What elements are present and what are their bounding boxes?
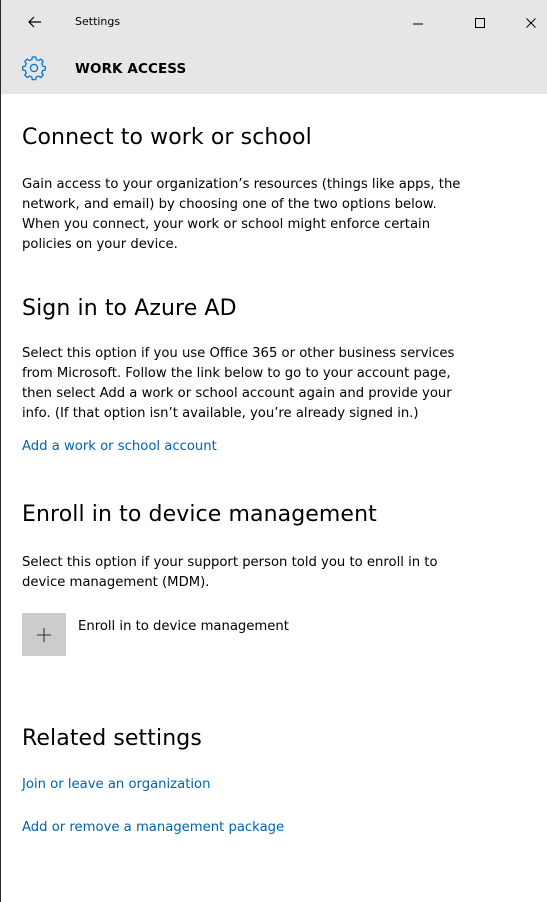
connect-line: Gain access to your organization’s resou… [22,177,461,192]
enroll-button[interactable] [22,613,66,656]
management-package-link[interactable]: Add or remove a management package [22,820,284,835]
connect-heading: Connect to work or school [22,125,312,150]
maximize-button[interactable] [462,8,498,38]
back-arrow-icon [28,16,41,28]
azure-description: Select this option if you use Office 365… [22,344,454,424]
enroll-description: Select this option if your support perso… [22,553,438,593]
azure-line: info. (If that option isn’t available, y… [22,406,419,421]
connect-description: Gain access to your organization’s resou… [22,175,460,255]
azure-line: from Microsoft. Follow the link below to… [22,366,451,381]
title-bar: Settings [1,0,547,47]
gear-icon [22,56,46,81]
page-title: WORK ACCESS [75,61,187,77]
enroll-button-label[interactable]: Enroll in to device management [78,619,289,634]
plus-icon [37,627,51,642]
connect-line: When you connect, your work or school mi… [22,217,431,232]
close-icon [526,18,536,28]
azure-line: Select this option if you use Office 365… [22,346,455,361]
connect-line: policies on your device. [22,237,178,252]
join-leave-organization-link[interactable]: Join or leave an organization [22,777,210,792]
back-button[interactable] [23,11,47,33]
connect-line: network, and email) by choosing one of t… [22,197,437,212]
minimize-button[interactable] [400,8,436,38]
page-header: WORK ACCESS [1,47,547,94]
minimize-icon [413,23,423,25]
maximize-icon [475,18,485,28]
app-title: Settings [75,15,121,28]
add-work-account-link[interactable]: Add a work or school account [22,439,217,454]
azure-heading: Sign in to Azure AD [22,296,237,321]
related-heading: Related settings [22,726,202,751]
enroll-heading: Enroll in to device management [22,502,377,527]
close-button[interactable] [513,8,547,38]
enroll-line: device management (MDM). [22,575,210,590]
enroll-line: Select this option if your support perso… [22,555,438,570]
azure-line: then select Add a work or school account… [22,386,452,401]
settings-window: Settings WORK ACCESS Connect to work or … [0,0,547,902]
